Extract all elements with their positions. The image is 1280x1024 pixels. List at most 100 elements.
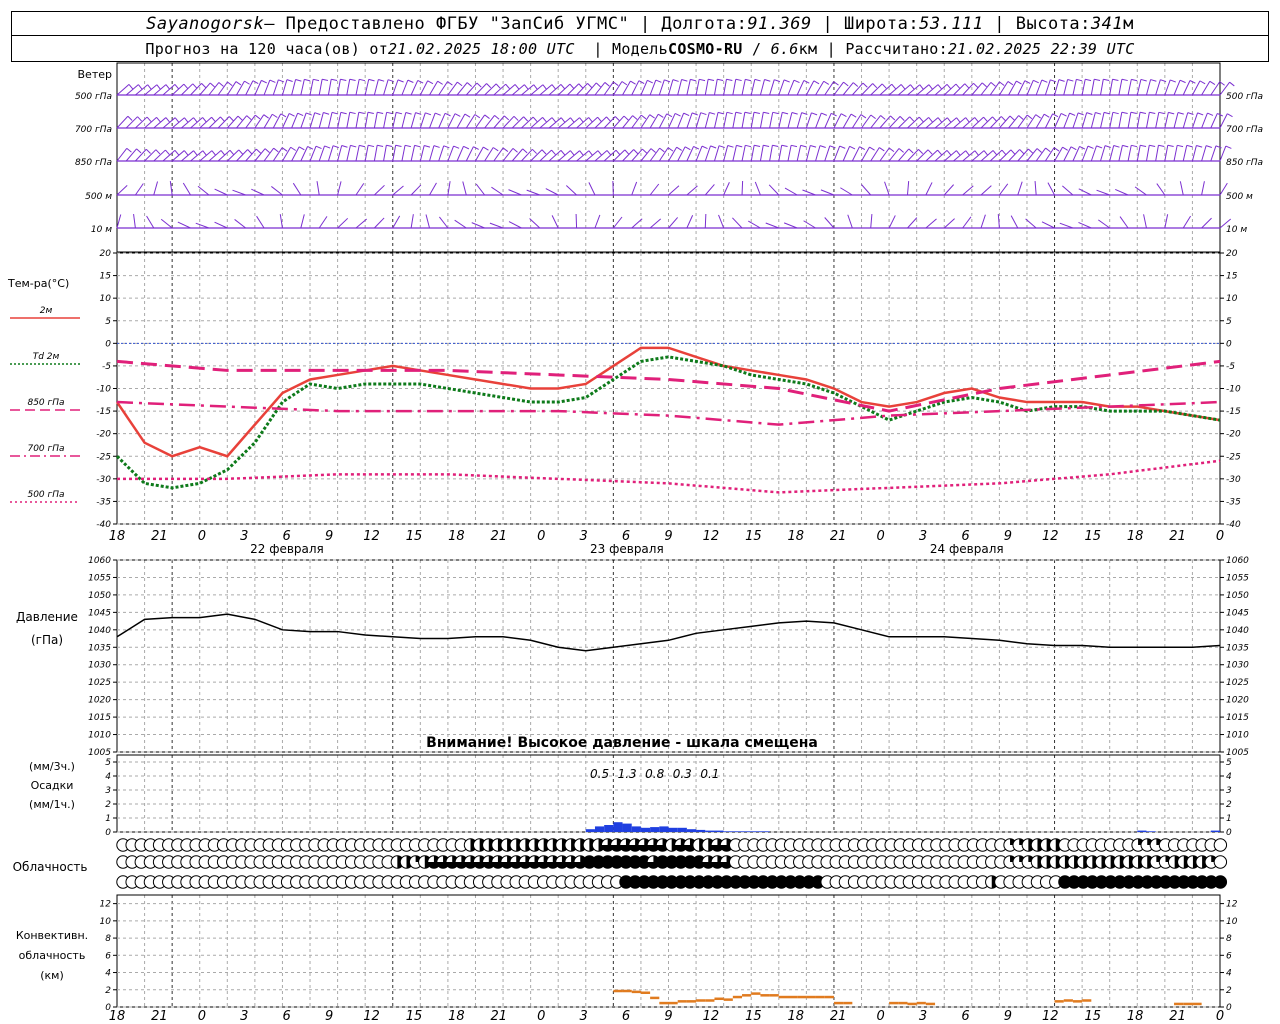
wind-barb — [346, 112, 351, 129]
wind-barb — [429, 80, 439, 96]
conv-ytick-label-right: 0 — [1226, 1003, 1232, 1013]
wind-barb — [1210, 145, 1217, 162]
wind-barb-flag — [1069, 112, 1076, 116]
wind-barb-flag — [386, 111, 393, 115]
wind-barb-flag — [1140, 144, 1147, 148]
wind-barb — [410, 112, 416, 129]
wind-barb — [686, 79, 691, 96]
conv-bar — [797, 995, 807, 999]
wind-barb-flag — [709, 112, 716, 115]
wind-barb-flag — [1050, 79, 1057, 83]
wind-barb-flag — [211, 150, 217, 156]
wind-barb-flag — [674, 112, 681, 117]
wind-barb-flag — [999, 81, 1005, 86]
cloud-symbol — [1213, 838, 1228, 852]
temp-ytick-label-left: -15 — [96, 407, 111, 417]
pressure-ytick-label-left: 1020 — [88, 696, 111, 706]
wind-barb-flag — [349, 111, 356, 115]
wind-barb-flag — [595, 82, 602, 88]
wind-barb — [337, 181, 342, 196]
wind-barb — [410, 145, 416, 162]
conv-bar — [1063, 999, 1073, 1002]
wind-barb — [484, 83, 497, 96]
wind-barb-flag — [659, 147, 665, 153]
wind-barb — [989, 116, 1002, 129]
wind-barb — [704, 213, 707, 229]
temp-ytick-label-right: -40 — [1226, 520, 1241, 530]
wind-barb — [824, 81, 835, 96]
wind-barb — [1155, 79, 1161, 96]
conv-bar — [1072, 1000, 1083, 1003]
wind-barb-flag — [264, 148, 270, 153]
wind-barb-flag — [313, 78, 320, 82]
wind-barb-flag — [193, 150, 198, 156]
wind-barb-flag — [414, 144, 421, 148]
cloud-fill — [1214, 875, 1227, 889]
wind-barb-flag — [587, 82, 593, 88]
wind-barb — [355, 145, 360, 162]
pressure-ytick-label-left: 1050 — [88, 591, 111, 601]
precip-ytick-label-right: 0 — [1226, 828, 1232, 838]
wind-barb-flag — [1113, 145, 1120, 148]
wind-barb-flag — [946, 150, 952, 156]
conv-xtick-label: 3 — [580, 1009, 588, 1024]
wind-barb — [803, 220, 816, 229]
conv-ytick-label-left: 6 — [105, 951, 111, 961]
wind-barb-flag — [1085, 78, 1092, 82]
wind-barb-flag — [405, 111, 412, 115]
wind-barb — [355, 183, 365, 196]
wind-barb-flag — [1045, 147, 1051, 153]
wind-barb — [454, 219, 467, 229]
wind-barb-flag — [304, 78, 311, 82]
wind-barb — [750, 112, 755, 129]
wind-barb — [502, 84, 516, 96]
temp-xtick-label: 0 — [537, 529, 545, 544]
wind-barb — [116, 185, 128, 196]
wind-barb — [851, 114, 862, 129]
wind-barb — [612, 81, 623, 96]
conv-xtick-label: 18 — [448, 1009, 465, 1024]
wind-barb — [888, 116, 901, 129]
wind-barb-flag — [288, 113, 295, 117]
conv-bar — [1054, 1000, 1064, 1003]
wind-barb — [980, 185, 992, 196]
wind-barb-flag — [271, 113, 278, 118]
precip-3h-label: 0.8 — [645, 767, 664, 781]
wind-barb-flag — [396, 111, 403, 115]
wind-barb-flag — [514, 84, 520, 90]
precip-3h-label: 0.5 — [590, 767, 609, 781]
wind-barb — [1115, 188, 1129, 196]
wind-barb-flag — [819, 145, 826, 148]
wind-barb-flag — [542, 84, 547, 90]
wind-barb — [723, 112, 728, 129]
wind-barb — [741, 180, 744, 196]
wind-barb — [741, 112, 746, 129]
wind-barb-flag — [1197, 112, 1204, 116]
wind-barb-flag — [494, 115, 500, 120]
wind-barb — [133, 214, 136, 229]
wind-barb-flag — [1018, 115, 1024, 120]
wind-barb-flag — [1103, 111, 1110, 115]
wind-barb — [116, 84, 130, 96]
conv-ytick-label-right: 12 — [1226, 900, 1238, 910]
wind-barb — [456, 82, 468, 96]
pressure-ytick-label-right: 1005 — [1226, 748, 1249, 758]
wind-barb — [429, 182, 437, 196]
conv-bar — [907, 1002, 917, 1006]
wind-barb-flag — [359, 78, 366, 82]
wind-barb-flag — [810, 145, 817, 148]
wind-barb-flag — [992, 150, 998, 156]
wind-barb-flag — [888, 147, 895, 153]
conv-xtick-label: 21 — [1169, 1009, 1186, 1024]
conv-bar — [925, 1002, 936, 1006]
wind-barb-flag — [532, 116, 538, 122]
temp-xtick-label: 21 — [151, 529, 168, 544]
wind-barb-flag — [708, 78, 715, 82]
wind-barb-flag — [918, 116, 924, 122]
wind-barb — [1078, 221, 1092, 229]
wind-barb-flag — [821, 112, 828, 116]
wind-barb-flag — [579, 150, 584, 156]
wind-barb — [686, 215, 694, 229]
wind-barb — [144, 149, 157, 162]
conv-xtick-label: 9 — [664, 1009, 672, 1024]
